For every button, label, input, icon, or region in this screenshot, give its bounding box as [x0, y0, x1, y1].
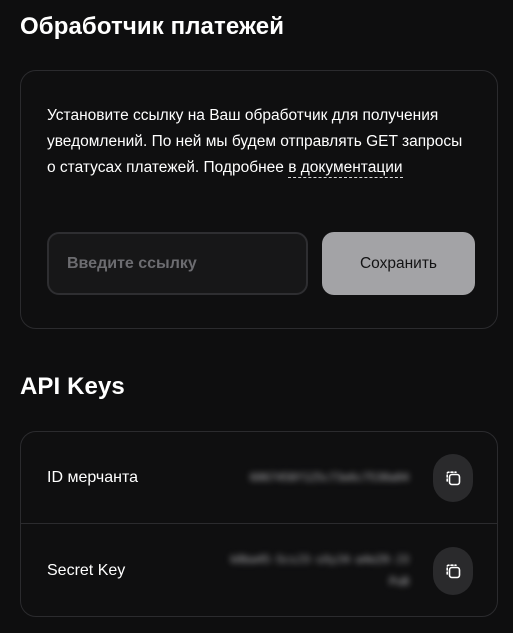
payment-settings-page: Обработчик платежей Установите ссылку на…: [0, 0, 513, 633]
secret-key-row: Secret Key k0ba45-ScsJ3-sXyJ4-a4e29-J3Pu…: [21, 523, 497, 617]
api-keys-card: ID мерчанта 6067458f125c73e6c7530a04 Sec…: [20, 431, 498, 617]
copy-icon: [444, 469, 462, 487]
copy-merchant-id-button[interactable]: [433, 453, 473, 502]
save-button[interactable]: Сохранить: [322, 232, 475, 295]
secret-key-label: Secret Key: [47, 561, 126, 579]
documentation-link[interactable]: в документации: [288, 159, 403, 178]
webhook-section-title: Обработчик платежей: [20, 13, 285, 40]
webhook-url-input[interactable]: [47, 232, 308, 295]
api-keys-section-title: API Keys: [20, 373, 125, 400]
webhook-description: Установите ссылку на Ваш обработчик для …: [47, 103, 467, 181]
merchant-id-row: ID мерчанта 6067458f125c73e6c7530a04: [21, 432, 497, 523]
copy-secret-key-button[interactable]: [433, 546, 473, 595]
copy-icon: [444, 562, 462, 580]
webhook-card: Установите ссылку на Ваш обработчик для …: [20, 70, 498, 329]
merchant-id-value: 6067458f125c73e6c7530a04: [250, 470, 409, 484]
merchant-id-label: ID мерчанта: [47, 468, 139, 486]
secret-key-value: k0ba45-ScsJ3-sXyJ4-a4e29-J3PuB: [230, 552, 409, 588]
